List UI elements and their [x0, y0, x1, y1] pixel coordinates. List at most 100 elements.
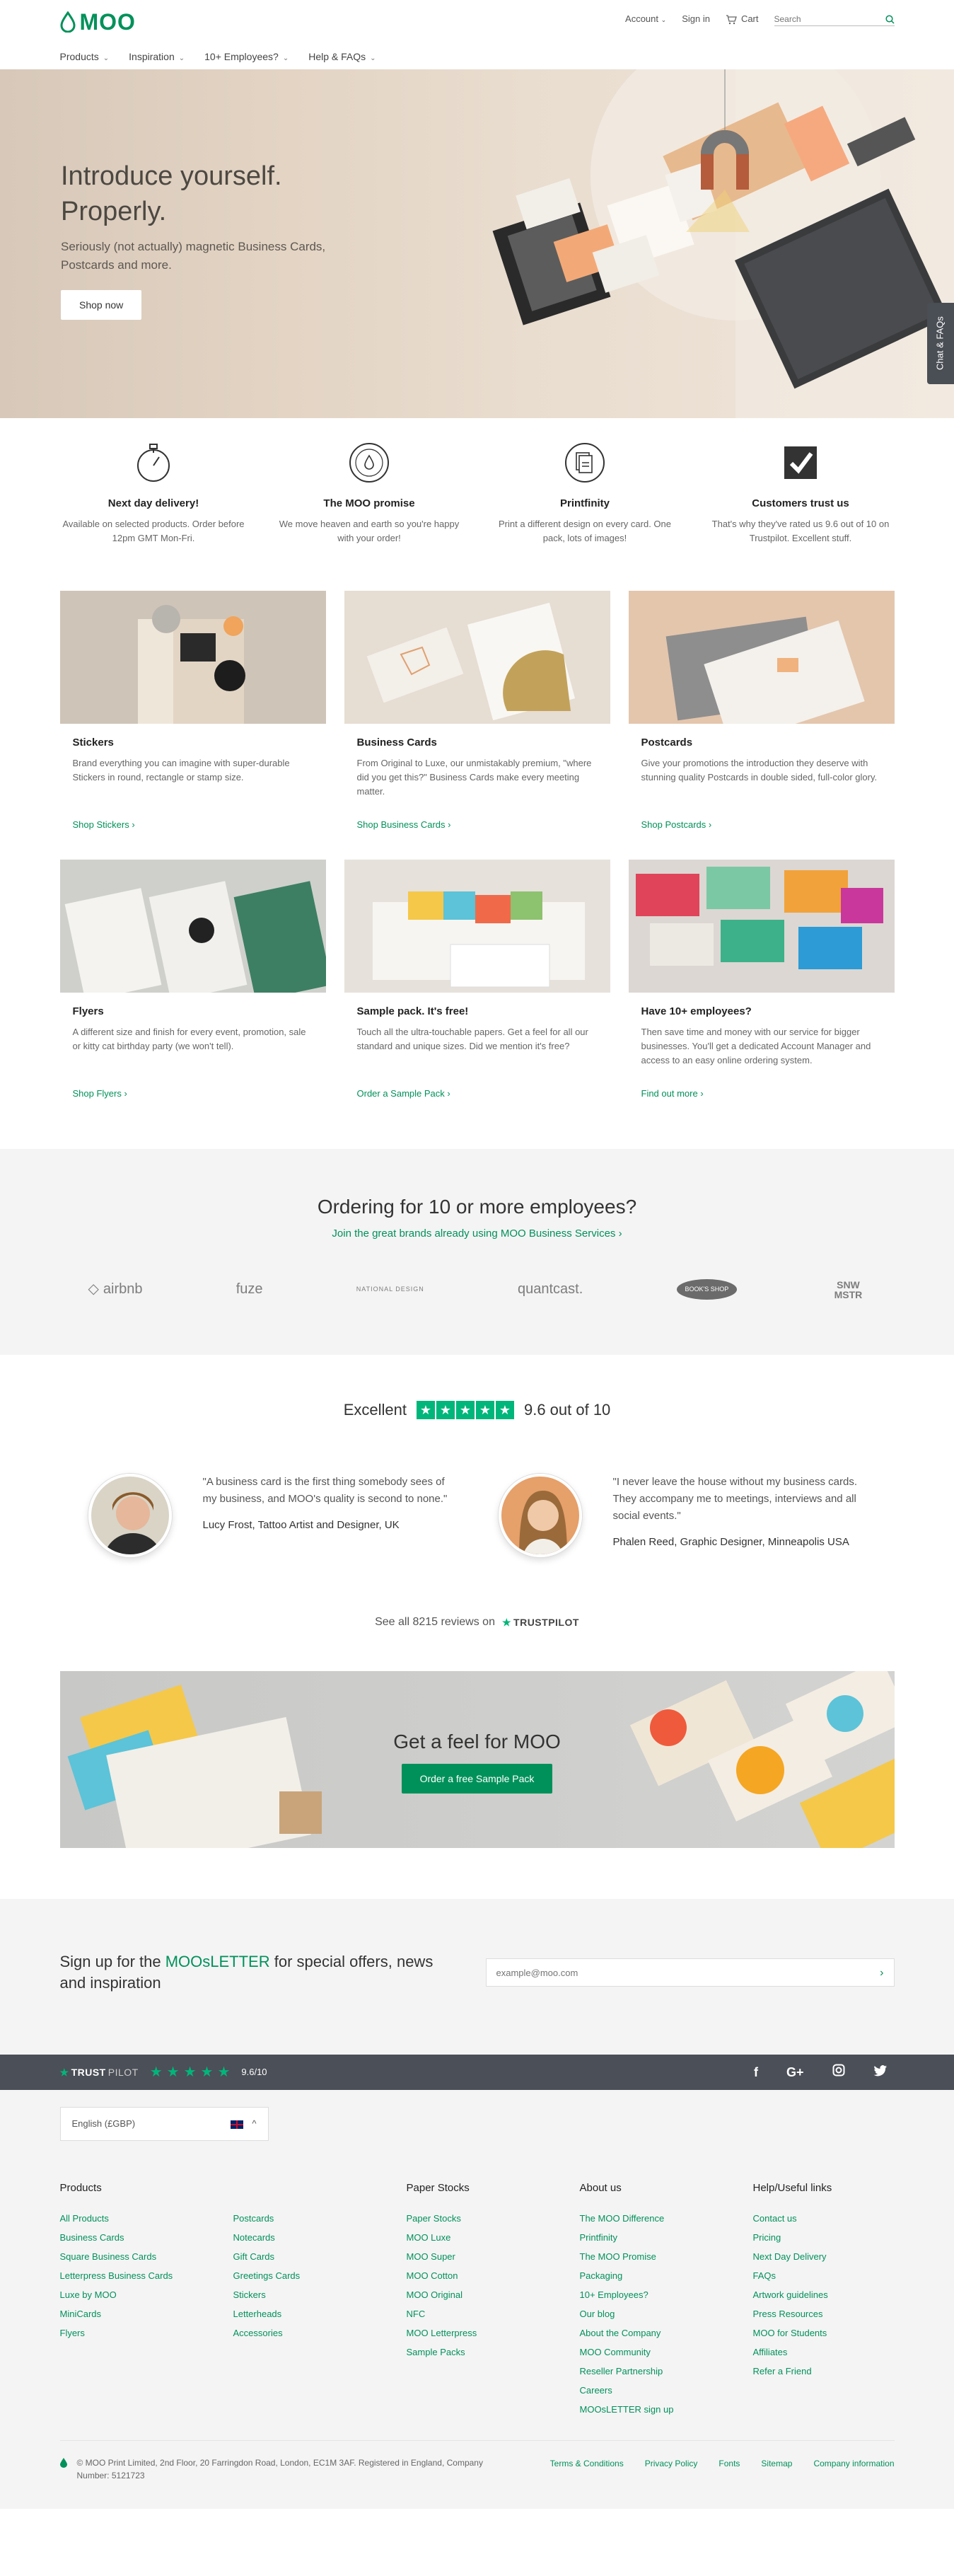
footer-link[interactable]: The MOO Promise [580, 2247, 721, 2266]
facebook-icon[interactable]: f [754, 2063, 758, 2081]
footer-link[interactable]: Affiliates [753, 2343, 895, 2362]
footer-link[interactable]: Pricing [753, 2228, 895, 2247]
footer-link[interactable]: Gift Cards [233, 2247, 375, 2266]
nav-products[interactable]: Products ⌄ [60, 50, 110, 64]
footer-link[interactable]: NFC [407, 2304, 548, 2323]
terms-link[interactable]: Terms & Conditions [550, 2458, 624, 2470]
footer-link[interactable]: Postcards [233, 2209, 375, 2228]
footer-link[interactable]: MOO Super [407, 2247, 548, 2266]
business-services-link[interactable]: Join the great brands already using MOO … [332, 1226, 622, 1242]
newsletter-email-input[interactable] [496, 1967, 850, 1978]
footer-link[interactable]: Artwork guidelines [753, 2285, 895, 2304]
footer-link[interactable]: MOO Community [580, 2343, 721, 2362]
footer-link[interactable]: Contact us [753, 2209, 895, 2228]
search-input[interactable] [774, 14, 873, 24]
footer-link[interactable]: Letterheads [233, 2304, 375, 2323]
footer-link[interactable]: Our blog [580, 2304, 721, 2323]
footer-link[interactable]: 10+ Employees? [580, 2285, 721, 2304]
star-icon: ★ [149, 2064, 163, 2080]
footer-link[interactable]: Paper Stocks [407, 2209, 548, 2228]
nav-help[interactable]: Help & FAQs ⌄ [308, 50, 376, 64]
shop-now-button[interactable]: Shop now [61, 290, 142, 320]
footer-link[interactable]: MiniCards [60, 2304, 202, 2323]
footer-link[interactable]: Stickers [233, 2285, 375, 2304]
footer-link[interactable]: Notecards [233, 2228, 375, 2247]
footer-link[interactable]: Square Business Cards [60, 2247, 202, 2266]
nav-inspiration[interactable]: Inspiration ⌄ [129, 50, 185, 64]
signin-link[interactable]: Sign in [682, 13, 710, 26]
utility-nav: Account ⌄ Sign in Cart [625, 13, 895, 26]
twitter-icon[interactable] [873, 2063, 888, 2081]
footer-link[interactable]: MOO Letterpress [407, 2323, 548, 2343]
printfinity-icon [562, 439, 608, 486]
footer-link[interactable]: Careers [580, 2381, 721, 2400]
language-selector[interactable]: English (£GBP) ^ [59, 2107, 269, 2142]
airbnb-logo: ◇ airbnb [88, 1279, 143, 1300]
star-icon: ★ [495, 1401, 514, 1420]
chat-faqs-tab[interactable]: Chat & FAQs [927, 303, 954, 384]
footer-link[interactable]: Flyers [60, 2323, 202, 2343]
footer-link[interactable]: Press Resources [753, 2304, 895, 2323]
footer-link[interactable]: All Products [60, 2209, 202, 2228]
fonts-link[interactable]: Fonts [719, 2458, 740, 2470]
trustpilot-logo: ★TRUSTPILOT [60, 2065, 139, 2079]
business-cards-image [344, 590, 610, 724]
footer-link[interactable]: Refer a Friend [753, 2362, 895, 2381]
star-icon: ★ [217, 2064, 231, 2080]
footer-link[interactable]: Sample Packs [407, 2343, 548, 2362]
stickers-image [59, 590, 326, 724]
instagram-icon[interactable] [832, 2063, 845, 2081]
footer-link[interactable]: FAQs [753, 2266, 895, 2285]
moo-drop-icon [59, 2458, 67, 2468]
card-text: Give your promotions the introduction th… [641, 757, 878, 782]
card-title: Have 10+ employees? [641, 1005, 752, 1018]
rating-word: Excellent [343, 1401, 407, 1419]
footer-link[interactable]: MOO Cotton [407, 2266, 548, 2285]
footer-link[interactable]: Next Day Delivery [753, 2247, 895, 2266]
shop-flyers-link[interactable]: Shop Flyers [73, 1087, 313, 1101]
order-free-sample-button[interactable]: Order a free Sample Pack [401, 1764, 553, 1794]
footer-link[interactable]: Letterpress Business Cards [60, 2266, 202, 2285]
footer-link[interactable]: Reseller Partnership [580, 2362, 721, 2381]
feature-text: We move heaven and earth so you're happy… [279, 518, 460, 543]
hero-subtitle: Seriously (not actually) magnetic Busine… [61, 240, 326, 272]
newsletter-heading: Sign up for the MOOsLETTER for special o… [59, 1953, 434, 1992]
logo-text: MOO [79, 8, 136, 35]
footer-link[interactable]: About the Company [580, 2323, 721, 2343]
footer-link[interactable]: MOO Luxe [407, 2228, 548, 2247]
footer-link[interactable]: MOO for Students [753, 2323, 895, 2343]
shop-postcards-link[interactable]: Shop Postcards [641, 819, 882, 832]
account-menu[interactable]: Account ⌄ [625, 13, 666, 26]
chevron-right-icon[interactable]: › [880, 1965, 883, 1981]
nav-label: 10+ Employees? [204, 50, 279, 62]
feature-title: The MOO promise [323, 497, 415, 509]
see-all-reviews-link[interactable]: See all 8215 reviews on ★ TRUSTPILOT [60, 1614, 895, 1630]
sitemap-link[interactable]: Sitemap [761, 2458, 792, 2470]
footer-link[interactable]: Greetings Cards [233, 2266, 375, 2285]
footer-link[interactable]: Accessories [233, 2323, 375, 2343]
footer-link[interactable]: The MOO Difference [580, 2209, 721, 2228]
feature-text: Print a different design on every card. … [498, 518, 671, 543]
company-info-link[interactable]: Company information [813, 2458, 894, 2470]
footer-link[interactable]: Luxe by MOO [60, 2285, 202, 2304]
social-links: f G+ [754, 2063, 888, 2081]
footer-link[interactable]: MOO Original [407, 2285, 548, 2304]
footer-link[interactable]: Printfinity [580, 2228, 721, 2247]
nav-employees[interactable]: 10+ Employees? ⌄ [204, 50, 289, 64]
privacy-link[interactable]: Privacy Policy [645, 2458, 698, 2470]
google-plus-icon[interactable]: G+ [786, 2063, 804, 2081]
footer-link[interactable]: Packaging [580, 2266, 721, 2285]
cart-link[interactable]: Cart [726, 13, 759, 26]
footer-link[interactable]: Business Cards [60, 2228, 202, 2247]
search-icon[interactable] [885, 14, 895, 24]
reviews-section: Excellent ★ ★ ★ ★ ★ 9.6 out of 10 "A busines… [60, 1355, 895, 1671]
find-out-more-link[interactable]: Find out more [641, 1087, 882, 1101]
shop-business-cards-link[interactable]: Shop Business Cards [357, 819, 598, 832]
trustpilot-star-icon: ★ [501, 1616, 512, 1628]
moo-logo[interactable]: MOO [59, 6, 136, 38]
order-sample-pack-link[interactable]: Order a Sample Pack [357, 1087, 598, 1101]
card-text: From Original to Luxe, our unmistakably … [356, 757, 592, 797]
books-shop-logo: BOOK'S SHOP [676, 1279, 738, 1300]
footer-link[interactable]: MOOsLETTER sign up [580, 2400, 721, 2419]
shop-stickers-link[interactable]: Shop Stickers [73, 819, 313, 832]
